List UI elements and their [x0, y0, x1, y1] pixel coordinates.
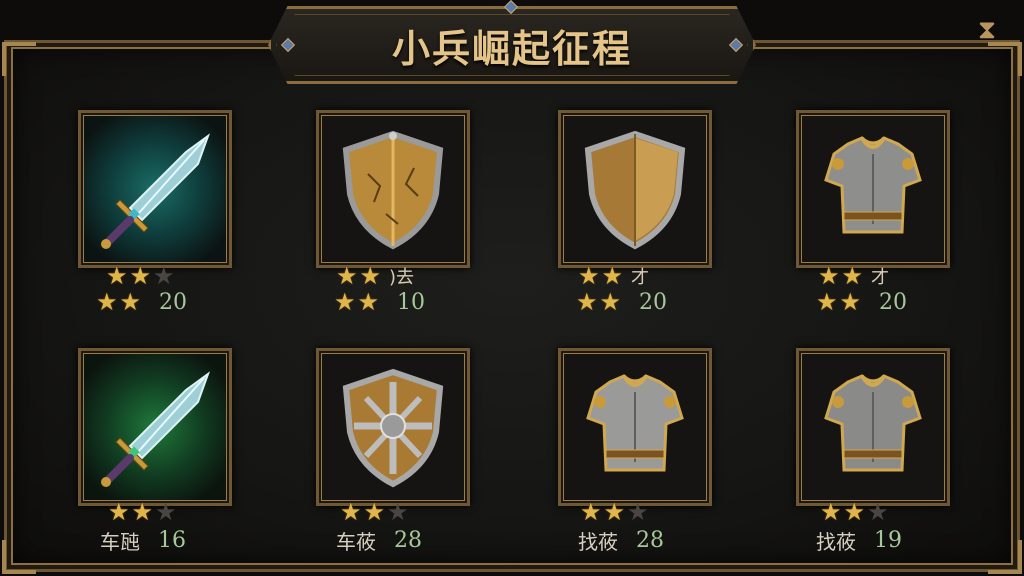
level-row: 找莜 28 [578, 527, 664, 554]
star-filled-icon: ★ [357, 288, 380, 316]
item-count: 20 [879, 289, 908, 315]
star-filled-icon: ★ [820, 498, 842, 526]
frame-corner [988, 540, 1022, 574]
rating-row: ★ ★ 才 [818, 264, 889, 288]
level-row: ★ ★ 20 [816, 288, 908, 316]
sword-icon [101, 371, 211, 487]
star-filled-icon: ★ [578, 262, 600, 290]
item-count: 28 [636, 527, 664, 553]
item-count: 28 [394, 527, 422, 553]
star-empty-icon: ★ [387, 498, 409, 526]
chest-armor-icon [824, 374, 922, 472]
rating-row: ★ ★ ★ [820, 500, 889, 524]
star-empty-icon: ★ [867, 498, 889, 526]
star-empty-icon: ★ [153, 262, 175, 290]
level-row: 找莜 19 [816, 527, 902, 554]
item-count: 10 [397, 289, 426, 315]
item-count: 19 [874, 527, 902, 553]
item-tile[interactable] [316, 348, 470, 506]
boss-shield-icon [342, 368, 444, 488]
star-filled-icon: ★ [818, 262, 840, 290]
level-row: ★ ★ 20 [576, 288, 668, 316]
hourglass-close-icon: ⧗ [977, 14, 997, 45]
rating-row: ★ ★ ★ [108, 500, 177, 524]
star-filled-icon: ★ [841, 262, 864, 290]
item-slot-6[interactable] [316, 348, 470, 506]
star-filled-icon: ★ [839, 288, 862, 316]
level-row: ★ ★ 20 [96, 288, 188, 316]
rating-row: ★ ★ )去 [336, 264, 414, 288]
star-filled-icon: ★ [106, 262, 128, 290]
item-subtext: 才 [631, 267, 650, 288]
star-filled-icon: ★ [576, 288, 598, 316]
rating-row: ★ ★ ★ [580, 500, 649, 524]
item-tile[interactable] [78, 348, 232, 506]
item-subtext: 才 [871, 267, 890, 288]
star-filled-icon: ★ [359, 262, 382, 290]
item-count: 20 [639, 289, 668, 315]
star-filled-icon: ★ [603, 498, 626, 526]
star-filled-icon: ★ [334, 288, 356, 316]
frame-corner [2, 42, 36, 76]
chest-armor-icon [824, 136, 922, 234]
item-tile[interactable] [78, 110, 232, 268]
star-filled-icon: ★ [119, 288, 142, 316]
item-count: 16 [158, 527, 186, 553]
close-button[interactable]: ⧗ [970, 12, 1004, 48]
item-tile[interactable] [558, 110, 712, 268]
star-filled-icon: ★ [336, 262, 358, 290]
rating-row: ★ ★ ★ [340, 500, 409, 524]
star-empty-icon: ★ [627, 498, 649, 526]
cracked-shield-icon [342, 130, 444, 250]
item-tile[interactable] [796, 110, 950, 268]
item-label: 车瓲 [100, 529, 140, 554]
chest-armor-icon [586, 374, 684, 472]
item-slot-5[interactable] [78, 348, 232, 506]
star-filled-icon: ★ [108, 498, 130, 526]
rating-row: ★ ★ 才 [578, 264, 649, 288]
item-slot-4[interactable] [796, 110, 950, 268]
level-row: 车瓲 16 [100, 527, 186, 554]
level-row: ★ ★ 10 [334, 288, 426, 316]
title-plate: 小兵崛起征程 [268, 6, 756, 84]
star-filled-icon: ★ [816, 288, 838, 316]
star-filled-icon: ★ [96, 288, 118, 316]
frame-corner [2, 540, 36, 574]
item-label: 找莜 [578, 529, 618, 554]
star-filled-icon: ★ [843, 498, 866, 526]
item-count: 20 [159, 289, 188, 315]
item-label: 车莜 [336, 529, 376, 554]
shield-icon [584, 130, 686, 250]
star-filled-icon: ★ [131, 498, 154, 526]
item-slot-2[interactable] [316, 110, 470, 268]
level-row: 车莜 28 [336, 527, 422, 554]
star-empty-icon: ★ [155, 498, 177, 526]
star-filled-icon: ★ [601, 262, 624, 290]
item-tile[interactable] [558, 348, 712, 506]
item-slot-3[interactable] [558, 110, 712, 268]
star-filled-icon: ★ [340, 498, 362, 526]
star-filled-icon: ★ [129, 262, 152, 290]
star-filled-icon: ★ [580, 498, 602, 526]
item-subtext: )去 [389, 267, 415, 288]
item-slot-7[interactable] [558, 348, 712, 506]
rating-row: ★ ★ ★ [106, 264, 175, 288]
item-tile[interactable] [796, 348, 950, 506]
item-slot-8[interactable] [796, 348, 950, 506]
sword-icon [101, 133, 211, 249]
item-tile[interactable] [316, 110, 470, 268]
item-label: 找莜 [816, 529, 856, 554]
star-filled-icon: ★ [363, 498, 386, 526]
star-filled-icon: ★ [599, 288, 622, 316]
page-title: 小兵崛起征程 [391, 26, 632, 71]
item-slot-1[interactable] [78, 110, 232, 268]
